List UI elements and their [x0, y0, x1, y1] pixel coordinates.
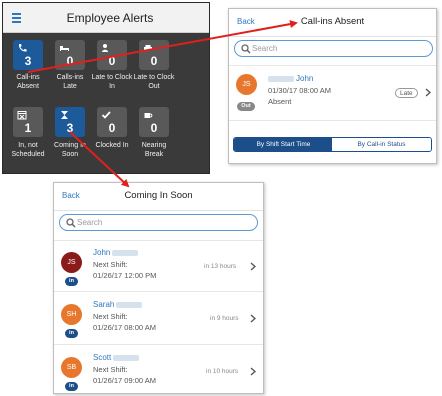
- employee-name[interactable]: Sarah: [93, 300, 143, 309]
- list-item[interactable]: JS Out John 01/30/17 08:00 AM Absent Lat…: [229, 65, 436, 121]
- eta-text: in 13 hours: [204, 263, 237, 270]
- person-icon: [102, 44, 108, 52]
- next-shift-label: Next Shift:: [93, 260, 128, 269]
- call-ins-absent-panel: Back Call-ins Absent Search JS Out John …: [228, 8, 437, 164]
- phone-icon: [18, 44, 27, 52]
- employee-name[interactable]: John: [268, 74, 313, 83]
- tile-calls-ins-late[interactable]: 0: [55, 40, 85, 70]
- eta-text: in 9 hours: [210, 315, 239, 322]
- status-badge: Out: [237, 102, 255, 111]
- tile-label: Nearing Break: [141, 142, 167, 158]
- tile-call-ins-absent[interactable]: 3: [13, 40, 43, 70]
- shift-datetime: 01/30/17 08:00 AM: [268, 86, 331, 95]
- tile-label: Call-ins Absent: [16, 74, 40, 90]
- list-item[interactable]: SH in Sarah Next Shift: 01/26/17 08:00 A…: [54, 293, 263, 345]
- segment-by-call-in-status[interactable]: By Call-in Status: [332, 138, 431, 151]
- tile-clocked-in[interactable]: 0: [97, 107, 127, 137]
- employee-alerts-panel: Employee Alerts 3 0 0 0 Call-ins Absent …: [2, 2, 210, 174]
- calendar-x-icon: [17, 111, 27, 120]
- segment-by-shift-start-time[interactable]: By Shift Start Time: [234, 138, 333, 151]
- panel-title: Call-ins Absent: [300, 16, 365, 27]
- tile-count: 1: [24, 121, 32, 135]
- car-icon: [144, 45, 152, 52]
- tile-label: In, not Scheduled: [11, 142, 45, 158]
- search-icon: [241, 44, 251, 54]
- tile-count: 0: [150, 54, 158, 68]
- eta-text: in 10 hours: [206, 368, 239, 375]
- status-badge: in: [65, 277, 78, 286]
- tile-label: Coming In Soon: [54, 142, 86, 158]
- redacted-surname: [116, 301, 143, 308]
- chevron-right-icon[interactable]: [425, 88, 431, 97]
- coming-in-soon-panel: Back Coming In Soon Search JS in John Ne…: [53, 182, 264, 394]
- alerts-header: Employee Alerts: [3, 3, 209, 33]
- next-shift-label: Next Shift:: [93, 312, 128, 321]
- avatar: JS: [236, 74, 257, 95]
- chevron-right-icon[interactable]: [250, 262, 256, 271]
- list-item[interactable]: JS in John Next Shift: 01/26/17 12:00 PM…: [54, 240, 263, 292]
- absence-status: Absent: [268, 97, 292, 106]
- search-placeholder: Search: [252, 44, 278, 53]
- status-badge: in: [65, 329, 78, 338]
- avatar: SB: [61, 357, 82, 378]
- tile-count: 3: [24, 54, 32, 68]
- hourglass-icon: [61, 111, 68, 119]
- status-badge: in: [65, 382, 78, 391]
- tile-coming-in-soon[interactable]: 3: [55, 107, 85, 137]
- tile-late-to-clock-in[interactable]: 0: [97, 40, 127, 70]
- search-input[interactable]: Search: [59, 214, 258, 231]
- tile-label: Late to Clock In: [91, 74, 133, 90]
- tile-count: 0: [150, 121, 158, 135]
- panel-title: Coming In Soon: [124, 190, 193, 201]
- sort-segmented-control: By Shift Start Time By Call-in Status: [233, 137, 432, 152]
- panel-header: Back Coming In Soon: [54, 183, 263, 211]
- redacted-surname: [113, 354, 140, 361]
- tile-count: 0: [108, 54, 116, 68]
- tile-count: 3: [66, 121, 74, 135]
- checkmark-icon: [101, 111, 111, 119]
- search-placeholder: Search: [77, 218, 103, 227]
- avatar: SH: [61, 304, 82, 325]
- tile-late-to-clock-out[interactable]: 0: [139, 40, 169, 70]
- late-tag: Late: [395, 88, 418, 98]
- tile-count: 0: [66, 54, 74, 68]
- tile-label: Clocked In: [95, 142, 129, 149]
- page-title: Employee Alerts: [66, 11, 154, 25]
- list-item[interactable]: SB in Scott Next Shift: 01/26/17 09:00 A…: [54, 346, 263, 396]
- tile-count: 0: [108, 121, 116, 135]
- tile-label: Late to Clock Out: [133, 74, 175, 90]
- shift-datetime: 01/26/17 09:00 AM: [93, 376, 156, 385]
- avatar: JS: [61, 252, 82, 273]
- employee-name[interactable]: John: [93, 248, 139, 257]
- search-input[interactable]: Search: [234, 40, 433, 57]
- shift-datetime: 01/26/17 12:00 PM: [93, 271, 157, 280]
- redacted-surname: [112, 249, 139, 256]
- chevron-right-icon[interactable]: [250, 367, 256, 376]
- bed-icon: [60, 46, 69, 51]
- next-shift-label: Next Shift:: [93, 365, 128, 374]
- search-icon: [66, 218, 76, 228]
- tile-in-not-scheduled[interactable]: 1: [13, 107, 43, 137]
- redacted-surname: [268, 75, 294, 82]
- coffee-cup-icon: [144, 113, 153, 118]
- tile-label: Calls-ins Late: [56, 74, 84, 90]
- panel-header: Back Call-ins Absent: [229, 9, 436, 37]
- employee-name[interactable]: Scott: [93, 353, 140, 362]
- chevron-right-icon[interactable]: [250, 314, 256, 323]
- shift-datetime: 01/26/17 08:00 AM: [93, 323, 156, 332]
- tile-nearing-break[interactable]: 0: [139, 107, 169, 137]
